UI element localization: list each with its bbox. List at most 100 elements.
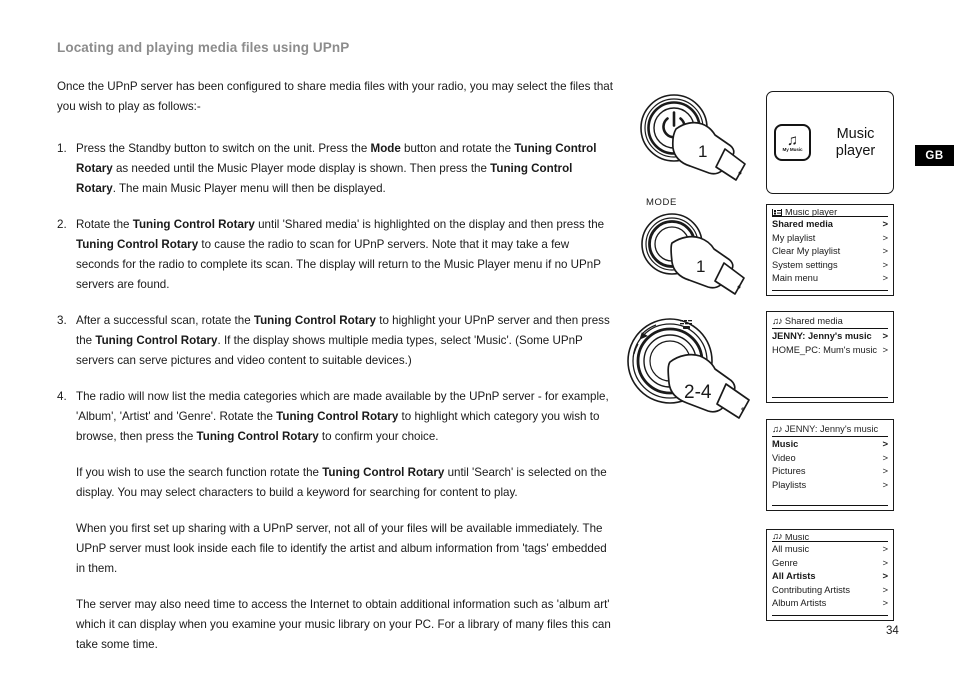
menu-row[interactable]: HOME_PC: Mum's music > (772, 344, 888, 358)
intro-paragraph: Once the UPnP server has been configured… (57, 80, 613, 113)
chevron-right-icon: > (882, 259, 888, 271)
region-badge: GB (915, 145, 954, 166)
menu-row[interactable]: Genre > (772, 557, 888, 571)
note-icon: ♫♪ (772, 316, 783, 327)
menu-row-label: Album Artists (772, 598, 827, 609)
list-icon (772, 209, 782, 216)
step-number: 1. (57, 142, 67, 155)
menu-header: ♫♪ JENNY: Jenny's music (772, 424, 888, 437)
menu-row-label: Music (772, 439, 799, 449)
note-paragraph: The server may also need time to access … (76, 598, 611, 651)
chevron-right-icon: > (882, 584, 888, 596)
illustration-mode-button-press: 1 (632, 196, 754, 304)
menu-header: Music player (772, 209, 888, 218)
chevron-right-icon: > (882, 219, 888, 231)
chevron-right-icon: > (882, 544, 888, 556)
menu-row-list: Shared media > My playlist > Clear My playli… (772, 218, 888, 286)
menu-row[interactable]: Pictures > (772, 465, 888, 479)
display-panel-music-player-splash: ♫ My Music Music player (766, 91, 894, 194)
menu-row[interactable]: All music > (772, 543, 888, 557)
display-panel-shared-media-menu: ♫♪ Shared media JENNY: Jenny's music > HOME_… (766, 311, 894, 403)
menu-row-list: Music > Video > Pictures > Playlists > (772, 438, 888, 501)
menu-footer-rule (772, 397, 888, 398)
menu-row[interactable]: My playlist > (772, 232, 888, 246)
menu-row-list: All music > Genre > All Artists > Contributing… (772, 543, 888, 611)
page-title: Locating and playing media files using U… (57, 40, 350, 55)
list-icon (772, 209, 782, 216)
menu-row-selected[interactable]: Music > (772, 438, 888, 452)
menu-header-title: JENNY: Jenny's music (784, 424, 879, 434)
menu-header: ♫♪ Shared media (772, 316, 888, 329)
display-panel-jenny-music-menu: ♫♪ JENNY: Jenny's music Music > Video > Pictur… (766, 419, 894, 511)
menu-row-label: Contributing Artists (772, 584, 851, 595)
music-note-icon: ♫♪ (772, 534, 783, 543)
menu-row-selected[interactable]: All Artists > (772, 570, 888, 584)
splash-title-line2: player (835, 142, 876, 159)
step-number: 2. (57, 218, 67, 231)
music-note-icon: ♫♪ (772, 424, 783, 435)
display-panel-music-categories-menu: ♫♪ Music All music > Genre > All Artists > Contr… (766, 529, 894, 621)
emphasised-term: Tuning Control Rotary (322, 466, 445, 479)
numbered-step: 1. Press the Standby button to switch on … (57, 139, 613, 199)
illustration-step-label: 2-4 (684, 382, 712, 403)
menu-row[interactable]: Playlists > (772, 479, 888, 493)
menu-row-label: HOME_PC: Mum's music (772, 344, 878, 355)
chevron-right-icon: > (882, 598, 888, 610)
illustration-step-label: 1 (696, 257, 705, 276)
music-note-icon: ♫♪ (772, 316, 783, 327)
emphasised-term: Tuning Control Rotary (132, 218, 255, 231)
chevron-right-icon: > (882, 344, 888, 356)
illustration-tuning-control-rotary: 2-4 (622, 306, 754, 428)
display-panel-music-player-menu: Music player Shared media > My playlist > Cle… (766, 204, 894, 296)
menu-row-label: All Artists (772, 571, 816, 582)
step-number: 3. (57, 314, 67, 327)
menu-header-title: Music player (785, 209, 838, 217)
my-music-icon-label: My Music (782, 146, 803, 152)
menu-footer-rule (772, 290, 888, 291)
chevron-right-icon: > (882, 273, 888, 285)
splash-title-line1: Music (836, 125, 875, 142)
menu-row-label: Video (772, 452, 796, 463)
numbered-step: 2. Rotate the Tuning Control Rotary until… (57, 215, 613, 295)
chevron-right-icon: > (882, 571, 888, 583)
emphasised-term: Mode (370, 142, 401, 155)
menu-row-label: Playlists (772, 479, 807, 490)
chevron-right-icon: > (882, 466, 888, 478)
chevron-right-icon: > (882, 232, 888, 244)
numbered-step: 3. After a successful scan, rotate the Tu… (57, 311, 613, 371)
menu-row-list: JENNY: Jenny's music > HOME_PC: Mum's musi… (772, 330, 888, 393)
menu-row-label: My playlist (772, 232, 816, 243)
illustration-step-label: 1 (698, 142, 707, 161)
menu-row-label: All music (772, 544, 810, 555)
menu-row-selected[interactable]: Shared media > (772, 218, 888, 232)
emphasised-term: Tuning Control Rotary (196, 430, 319, 443)
emphasised-term: Tuning Control Rotary (95, 334, 218, 347)
menu-row[interactable]: Clear My playlist > (772, 245, 888, 259)
menu-row[interactable]: System settings > (772, 259, 888, 273)
notes-list: When you first set up sharing with a UPn… (57, 519, 613, 655)
menu-row-label: Genre (772, 557, 798, 568)
music-note-glyph: ♫ (786, 131, 799, 149)
splash-title: Music player (818, 126, 893, 160)
note-icon: ♫♪ (772, 534, 783, 543)
my-music-icon: ♫ My Music (774, 124, 811, 161)
menu-row[interactable]: Main menu > (772, 272, 888, 286)
chevron-right-icon: > (882, 331, 888, 342)
menu-row[interactable]: Contributing Artists > (772, 584, 888, 598)
chevron-right-icon: > (882, 479, 888, 491)
note-paragraph: When you first set up sharing with a UPn… (76, 522, 607, 575)
emphasised-term: Tuning Control Rotary (76, 238, 199, 251)
menu-row-label: Main menu (772, 273, 818, 284)
numbered-step: 4. The radio will now list the media cate… (57, 387, 613, 503)
emphasised-term: Tuning Control Rotary (253, 314, 377, 327)
menu-header-title: Music (784, 534, 810, 542)
menu-footer-rule (772, 505, 888, 506)
step-number: 4. (57, 390, 67, 403)
menu-row-selected[interactable]: JENNY: Jenny's music > (772, 330, 888, 344)
numbered-steps-list: 1. Press the Standby button to switch on … (57, 139, 613, 503)
menu-row[interactable]: Album Artists > (772, 597, 888, 611)
menu-row[interactable]: Video > (772, 452, 888, 466)
illustration-standby-button-press: 1 (632, 88, 754, 192)
menu-row-label: Shared media (772, 219, 833, 230)
menu-footer-rule (772, 615, 888, 616)
